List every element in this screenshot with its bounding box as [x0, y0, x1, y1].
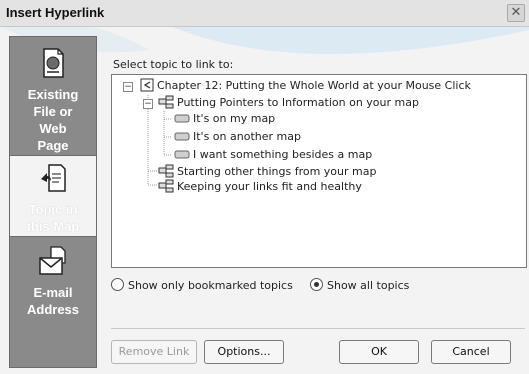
email-icon	[37, 245, 69, 277]
insert-hyperlink-dialog: Insert Hyperlink ✕ Existing File or Web …	[0, 0, 529, 374]
tree-node-child[interactable]: Putting Pointers to Information on your …	[158, 95, 419, 111]
central-topic-icon	[140, 78, 154, 92]
web-page-icon	[37, 47, 69, 79]
subtopic-icon	[158, 164, 174, 178]
radio-button[interactable]	[111, 278, 124, 291]
topic-icon	[174, 132, 190, 141]
radio-label: Show all topics	[327, 279, 410, 292]
ok-button[interactable]: OK	[339, 340, 419, 364]
sidebar-item-label: E-mail Address	[26, 285, 80, 317]
collapse-root-toggle[interactable]: −	[123, 82, 133, 92]
tree-node-sibling[interactable]: Starting other things from your map	[158, 164, 376, 180]
sidebar-item-topic-in-map[interactable]: Topic in this Map	[10, 155, 96, 237]
sidebar-item-email[interactable]: E-mail Address	[10, 239, 96, 329]
sidebar-item-label: Existing File or Web Page	[27, 87, 79, 153]
divider	[111, 328, 525, 329]
topic-tree[interactable]: − Chapter 12: Putting the Whole World at…	[111, 74, 527, 268]
sidebar-item-web-page[interactable]: Existing File or Web Page	[10, 41, 96, 153]
radio-label: Show only bookmarked topics	[128, 279, 293, 292]
topic-icon	[174, 150, 190, 159]
radio-button-selected[interactable]	[310, 278, 323, 291]
cancel-button[interactable]: Cancel	[431, 340, 511, 364]
tree-node-sibling[interactable]: Keeping your links fit and healthy	[158, 179, 362, 195]
topic-link-icon	[37, 162, 69, 194]
tree-node-root[interactable]: Chapter 12: Putting the Whole World at y…	[140, 78, 471, 94]
subtopic-icon	[158, 179, 174, 193]
tree-node-grandchild[interactable]: I want something besides a map	[174, 147, 372, 163]
options-button[interactable]: Options...	[204, 340, 284, 364]
dialog-title: Insert Hyperlink	[6, 5, 105, 20]
radio-bookmarked-topics[interactable]: Show only bookmarked topics	[111, 278, 293, 294]
remove-link-button[interactable]: Remove Link	[111, 340, 197, 364]
radio-all-topics[interactable]: Show all topics	[310, 278, 409, 294]
close-icon[interactable]: ✕	[507, 4, 525, 22]
subtopic-icon	[158, 95, 174, 109]
link-type-sidebar: Existing File or Web Page Topic in this …	[9, 36, 97, 368]
tree-node-grandchild[interactable]: It's on another map	[174, 129, 301, 145]
collapse-child-toggle[interactable]: −	[143, 99, 153, 109]
sidebar-item-label: Topic in this Map	[26, 202, 80, 234]
topic-icon	[174, 114, 190, 123]
tree-node-grandchild[interactable]: It's on my map	[174, 111, 275, 127]
select-topic-prompt: Select topic to link to:	[113, 58, 234, 71]
title-bar: Insert Hyperlink ✕	[0, 0, 529, 27]
